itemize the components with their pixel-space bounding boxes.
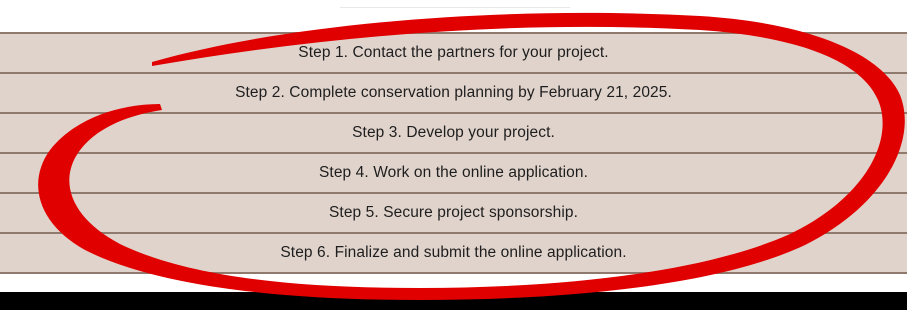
step-row-2: Step 2. Complete conservation planning b… bbox=[0, 74, 907, 114]
bottom-bar bbox=[0, 292, 907, 310]
step-row-4: Step 4. Work on the online application. bbox=[0, 154, 907, 194]
step-row-3: Step 3. Develop your project. bbox=[0, 114, 907, 154]
step-row-5: Step 5. Secure project sponsorship. bbox=[0, 194, 907, 234]
step-label: Step 3. Develop your project. bbox=[352, 124, 555, 141]
step-label: Step 5. Secure project sponsorship. bbox=[328, 204, 579, 221]
step-label: Step 2. Complete conservation planning b… bbox=[235, 84, 672, 101]
top-divider bbox=[340, 7, 570, 8]
step-label: Step 4. Work on the online application. bbox=[318, 164, 588, 181]
steps-list: Step 1. Contact the partners for your pr… bbox=[0, 32, 907, 274]
step-row-1: Step 1. Contact the partners for your pr… bbox=[0, 32, 907, 74]
step-label: Step 1. Contact the partners for your pr… bbox=[298, 44, 609, 61]
step-label: Step 6. Finalize and submit the online a… bbox=[280, 244, 627, 261]
step-row-6: Step 6. Finalize and submit the online a… bbox=[0, 234, 907, 274]
